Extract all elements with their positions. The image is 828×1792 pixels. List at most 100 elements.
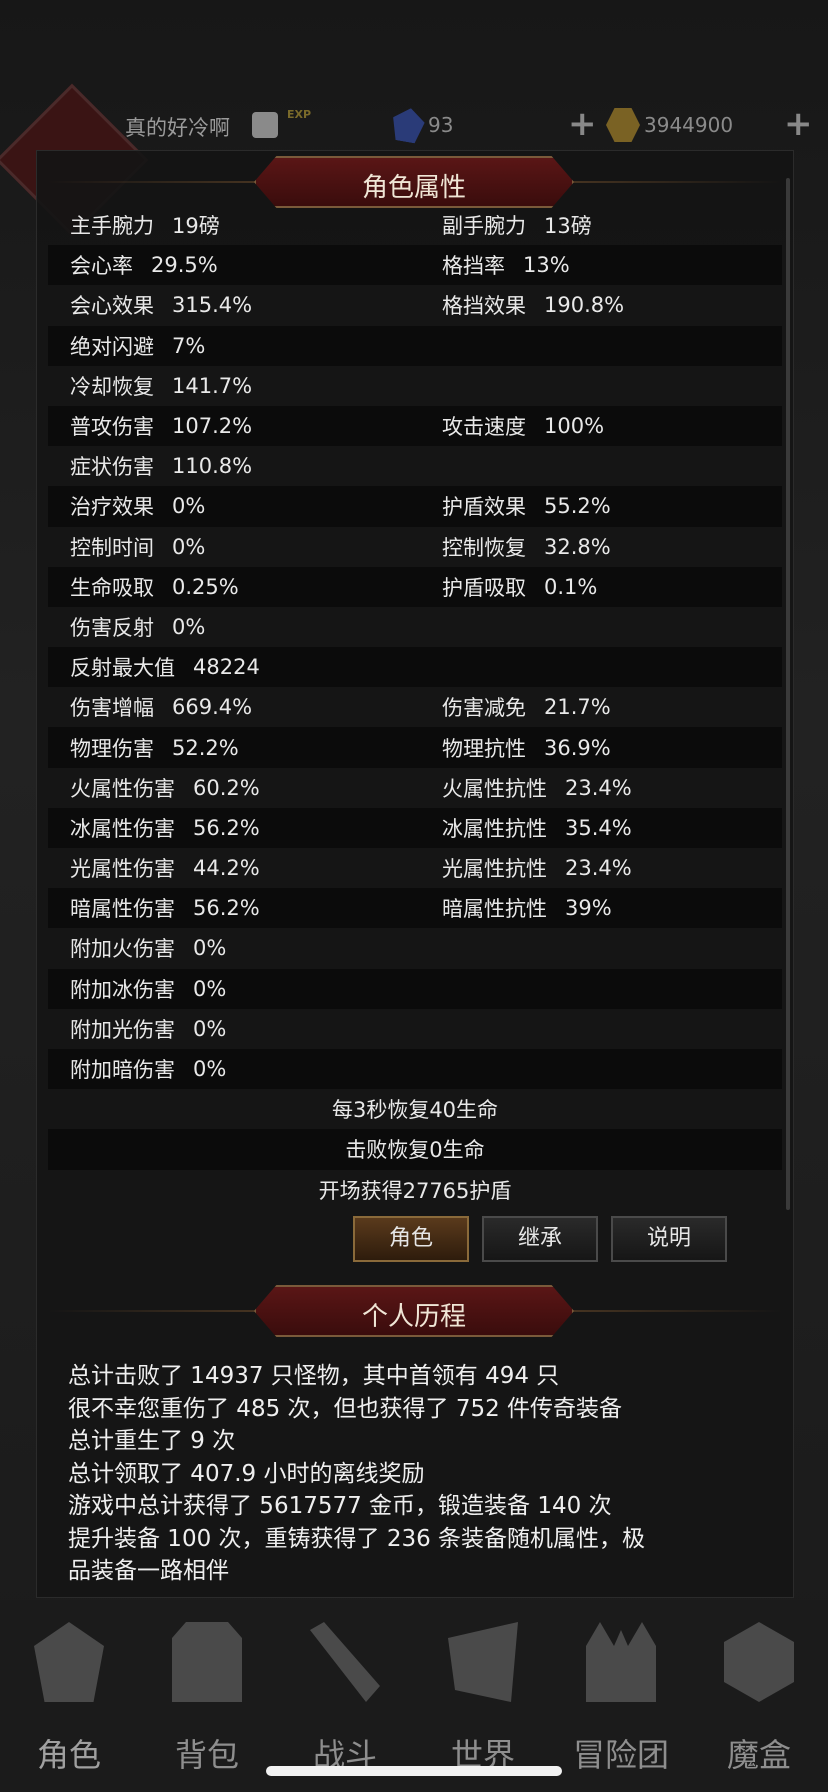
attribute-value: 100% [544, 414, 605, 439]
history-line: 游戏中总计获得了 5617577 金币，锻造装备 140 次 [68, 1493, 612, 1519]
history-text: 总计击败了 14937 只怪物，其中首领有 494 只很不幸您重伤了 485 次… [68, 1360, 768, 1588]
gem-icon [389, 105, 426, 144]
nav-item-swords[interactable]: 战斗 [276, 1600, 414, 1792]
attribute-value: 0.25% [172, 574, 239, 599]
attribute-label: 格挡率 [442, 254, 505, 279]
attribute-right-cell: 护盾效果 55.2% [442, 491, 782, 521]
attribute-row: 治疗效果 0% 护盾效果 55.2% [48, 486, 782, 527]
nav-label: 魔盒 [726, 1736, 791, 1774]
attribute-value: 52.2% [172, 735, 239, 760]
history-line: 总计击败了 14937 只怪物，其中首领有 494 只 [68, 1363, 560, 1389]
attribute-label: 护盾吸取 [442, 575, 526, 600]
player-name: 真的好冷啊 [125, 116, 230, 140]
attribute-row: 主手腕力 19磅 副手腕力 13磅 [48, 205, 782, 245]
attribute-left-cell: 会心效果 315.4% [48, 290, 442, 320]
attribute-value: 23.4% [565, 775, 632, 800]
add-gems-icon[interactable]: + [568, 104, 597, 144]
attribute-left-cell: 光属性伤害 44.2% [48, 853, 442, 883]
attribute-label: 生命吸取 [70, 575, 154, 600]
attribute-row: 火属性伤害 60.2% 火属性抗性 23.4% [48, 768, 782, 808]
attribute-label: 症状伤害 [70, 455, 154, 480]
swords-icon [310, 1622, 380, 1702]
attribute-row: 伤害增幅 669.4% 伤害减免 21.7% [48, 687, 782, 727]
attribute-right-cell: 攻击速度 100% [442, 411, 782, 441]
attribute-right-cell: 冰属性抗性 35.4% [442, 813, 782, 843]
history-line: 提升装备 100 次，重铸获得了 236 条装备随机属性，极 [68, 1525, 646, 1552]
attribute-value: 0% [193, 976, 227, 1001]
attribute-left-cell: 症状伤害 110.8% [48, 451, 442, 481]
attribute-label: 会心率 [70, 254, 133, 279]
attribute-row: 冰属性伤害 56.2% 冰属性抗性 35.4% [48, 807, 782, 848]
history-line: 总计重生了 9 次 [68, 1428, 236, 1454]
attribute-value: 315.4% [172, 293, 253, 318]
attribute-value: 7% [172, 333, 206, 358]
attribute-left-cell: 附加冰伤害 0% [48, 974, 442, 1004]
attribute-label: 控制时间 [70, 535, 154, 560]
attribute-row: 症状伤害 110.8% [48, 446, 782, 486]
attribute-label: 附加光伤害 [70, 1017, 175, 1042]
magic-cube-icon [724, 1622, 794, 1702]
explain-button[interactable]: 说明 [611, 1216, 727, 1262]
attributes-scrollbar[interactable] [786, 178, 790, 1210]
attribute-row: 伤害反射 0% [48, 607, 782, 647]
attribute-label: 会心效果 [70, 294, 154, 319]
recovery-summary-row: 每3秒恢复40生命 [331, 1098, 499, 1123]
bottom-navigation: 角色 背包 战斗 世界 冒险团 魔盒 [0, 1600, 828, 1792]
attribute-row: 会心效果 315.4% 格挡效果 190.8% [48, 285, 782, 325]
attribute-row: 绝对闪避 7% [48, 325, 782, 366]
attribute-row: 冷却恢复 141.7% [48, 366, 782, 406]
attribute-label: 物理伤害 [70, 736, 154, 761]
nav-item-helmet[interactable]: 角色 [0, 1600, 138, 1792]
attribute-right-cell: 暗属性抗性 39% [442, 893, 782, 923]
attribute-row: 物理伤害 52.2% 物理抗性 36.9% [48, 727, 782, 768]
attribute-value: 35.4% [565, 815, 632, 840]
attribute-value: 0% [172, 494, 206, 519]
attribute-label: 火属性抗性 [442, 776, 547, 801]
attribute-label: 冷却恢复 [70, 374, 154, 399]
attribute-value: 56.2% [193, 896, 260, 921]
attributes-title: 角色属性 [361, 173, 466, 203]
tab-character-button[interactable]: 角色 [353, 1216, 469, 1262]
attribute-label: 普攻伤害 [70, 415, 154, 440]
attribute-left-cell: 冰属性伤害 56.2% [48, 813, 442, 843]
attribute-label: 光属性伤害 [70, 857, 175, 882]
attribute-right-cell: 控制恢复 32.8% [442, 532, 782, 562]
attribute-value: 0% [193, 1016, 227, 1041]
edit-name-icon[interactable] [252, 112, 278, 138]
attribute-row: 暗属性伤害 56.2% 暗属性抗性 39% [48, 888, 782, 929]
nav-item-backpack[interactable]: 背包 [138, 1600, 276, 1792]
nav-label: 冒险团 [572, 1736, 669, 1774]
attribute-left-cell: 生命吸取 0.25% [48, 572, 442, 602]
inherit-button[interactable]: 继承 [482, 1216, 598, 1262]
attribute-row: 会心率 29.5% 格挡率 13% [48, 245, 782, 286]
attribute-value: 0% [193, 936, 227, 961]
attribute-left-cell: 附加暗伤害 0% [48, 1054, 442, 1084]
add-gold-icon[interactable]: + [784, 104, 813, 144]
attribute-left-cell: 冷却恢复 141.7% [48, 371, 442, 401]
attribute-left-cell: 绝对闪避 7% [48, 331, 442, 361]
attribute-label: 附加火伤害 [70, 937, 175, 962]
attribute-row: 控制时间 0% 控制恢复 32.8% [48, 527, 782, 567]
attribute-left-cell: 物理伤害 52.2% [48, 733, 442, 763]
history-title: 个人历程 [361, 1302, 466, 1332]
helmet-icon [34, 1622, 104, 1702]
home-indicator[interactable] [266, 1766, 562, 1776]
gold-coin-icon [606, 108, 640, 142]
attributes-title-banner: 角色属性 [254, 156, 574, 208]
attribute-right-cell: 护盾吸取 0.1% [442, 572, 782, 602]
attribute-value: 13磅 [544, 214, 592, 239]
attribute-row: 普攻伤害 107.2% 攻击速度 100% [48, 405, 782, 447]
attribute-row: 反射最大值 48224 [48, 647, 782, 688]
nav-item-castle[interactable]: 冒险团 [552, 1600, 690, 1792]
attribute-left-cell: 普攻伤害 107.2% [48, 411, 442, 441]
attribute-label: 冰属性伤害 [70, 816, 175, 841]
attribute-label: 攻击速度 [442, 415, 526, 440]
nav-item-magic-cube[interactable]: 魔盒 [690, 1600, 828, 1792]
attribute-label: 附加冰伤害 [70, 977, 175, 1002]
attribute-right-cell: 格挡率 13% [442, 250, 782, 280]
attribute-left-cell: 附加火伤害 0% [48, 933, 442, 963]
nav-item-map-scroll[interactable]: 世界 [414, 1600, 552, 1792]
attribute-value: 19磅 [172, 214, 220, 239]
attribute-left-cell: 火属性伤害 60.2% [48, 773, 442, 803]
attribute-label: 治疗效果 [70, 495, 154, 520]
